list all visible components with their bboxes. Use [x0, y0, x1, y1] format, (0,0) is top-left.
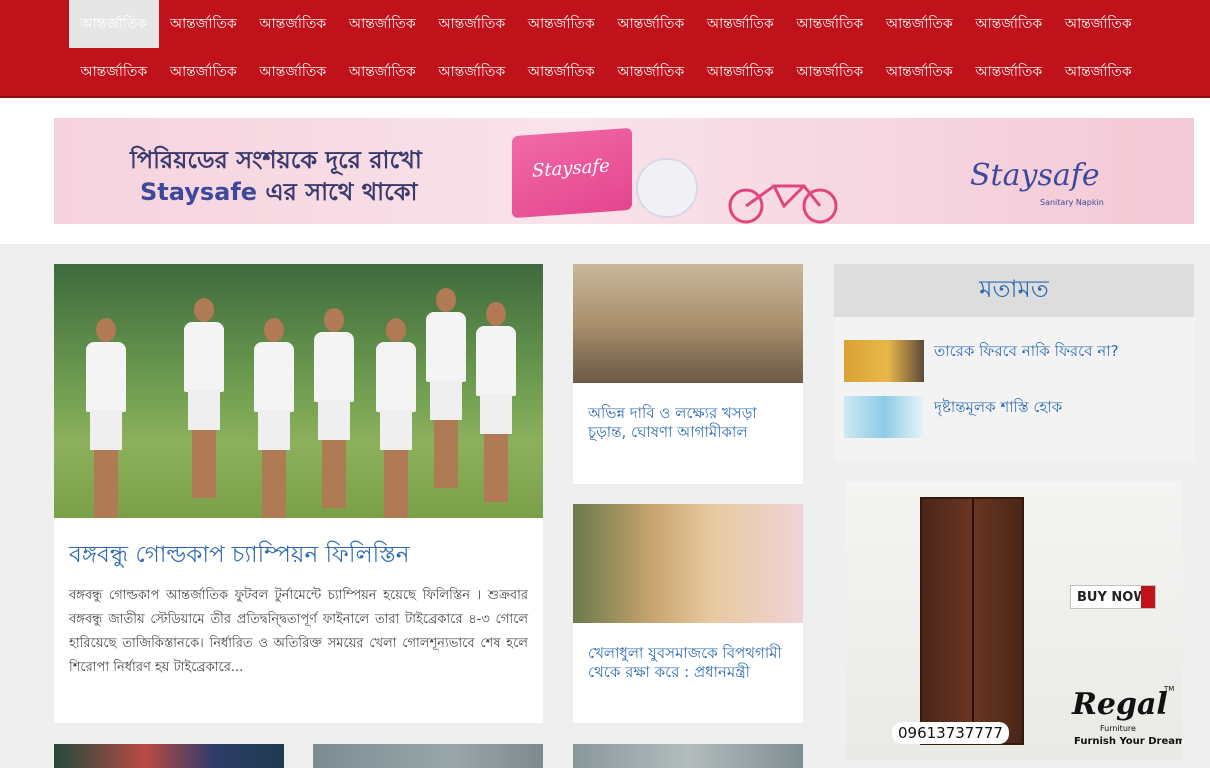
nav-item[interactable]: আন্তর্জাতিক — [964, 0, 1054, 48]
nav-item[interactable]: আন্তর্জাতিক — [248, 48, 338, 96]
nav-item[interactable]: আন্তর্জাতিক — [1054, 0, 1144, 48]
opinion-thumbnail[interactable] — [844, 396, 924, 438]
opinion-item[interactable]: দৃষ্টান্তমূলক শাস্তি হোক — [844, 396, 1184, 440]
phone-contact: 09613737777 — [862, 719, 1009, 747]
staysafe-banner-ad[interactable]: পিরিয়ডের সংশয়কে দূরে রাখো Staysafe এর … — [54, 118, 1194, 224]
opinion-heading[interactable]: মতামত — [979, 271, 1049, 311]
arrow-icon — [1141, 586, 1155, 608]
main-nav: আন্তর্জাতিক আন্তর্জাতিক আন্তর্জাতিক আন্ত… — [0, 0, 1210, 98]
news-card-image[interactable] — [573, 504, 803, 623]
lead-story-title[interactable]: বঙ্গবন্ধু গোল্ডকাপ চ্যাম্পিয়ন ফিলিস্তিন — [69, 536, 409, 575]
nav-item[interactable]: আন্তর্জাতিক — [427, 0, 517, 48]
nav-item[interactable]: আন্তর্জাতিক — [69, 0, 159, 48]
opinion-header: মতামত — [834, 264, 1194, 317]
regal-logo-sub: Furniture — [1100, 724, 1136, 733]
pack-label: Staysafe — [532, 155, 610, 182]
opinion-thumbnail[interactable] — [844, 340, 924, 382]
ad-subline-rest: এর সাথে থাকো — [257, 178, 418, 206]
opinion-title[interactable]: তারেক ফিরবে নাকি ফিরবে না? — [934, 340, 1119, 365]
bicycle-icon — [728, 184, 838, 224]
nav-item[interactable]: আন্তর্জাতিক — [785, 0, 875, 48]
staysafe-logo: Staysafe — [970, 158, 1100, 193]
news-card[interactable]: খেলাধুলা যুবসমাজকে বিপথগামী থেকে রক্ষা ক… — [573, 504, 803, 723]
news-card-image[interactable] — [573, 264, 803, 383]
nav-item[interactable]: আন্তর্জাতিক — [785, 48, 875, 96]
player-figure — [84, 318, 128, 518]
nav-item[interactable]: আন্তর্জাতিক — [964, 48, 1054, 96]
nav-item[interactable]: আন্তর্জাতিক — [696, 48, 786, 96]
staysafe-logo-sub: Sanitary Napkin — [1040, 198, 1104, 207]
nav-row-1: আন্তর্জাতিক আন্তর্জাতিক আন্তর্জাতিক আন্ত… — [69, 0, 1143, 48]
player-figure — [252, 318, 296, 518]
nav-item[interactable]: আন্তর্জাতিক — [875, 0, 965, 48]
lead-story[interactable]: বঙ্গবন্ধু গোল্ডকাপ চ্যাম্পিয়ন ফিলিস্তিন… — [54, 264, 543, 723]
news-thumbnail[interactable] — [54, 744, 284, 768]
phone-number: 09613737777 — [892, 722, 1009, 744]
news-card-title[interactable]: অভিন্ন দাবি ও লক্ষ্যের খসড়া চূড়ান্ত, ঘ… — [588, 404, 788, 442]
ad-subline: Staysafe এর সাথে থাকো — [140, 174, 417, 214]
nav-item[interactable]: আন্তর্জাতিক — [159, 0, 249, 48]
player-figure — [182, 298, 226, 518]
nav-item[interactable]: আন্তর্জাতিক — [159, 48, 249, 96]
nav-item[interactable]: আন্তর্জাতিক — [427, 48, 517, 96]
news-card-title[interactable]: খেলাধুলা যুবসমাজকে বিপথগামী থেকে রক্ষা ক… — [588, 644, 788, 682]
nav-row-2: আন্তর্জাতিক আন্তর্জাতিক আন্তর্জাতিক আন্ত… — [69, 48, 1143, 96]
nav-item[interactable]: আন্তর্জাতিক — [517, 48, 607, 96]
nav-item[interactable]: আন্তর্জাতিক — [338, 0, 428, 48]
news-thumbnail[interactable] — [313, 744, 543, 768]
opinion-section: মতামত তারেক ফিরবে নাকি ফিরবে না? দৃষ্টান… — [834, 264, 1194, 461]
nav-item[interactable]: আন্তর্জাতিক — [606, 48, 696, 96]
player-figure — [424, 288, 468, 518]
nav-item[interactable]: আন্তর্জাতিক — [248, 0, 338, 48]
nav-item[interactable]: আন্তর্জাতিক — [69, 48, 159, 96]
opinion-item[interactable]: তারেক ফিরবে নাকি ফিরবে না? — [844, 340, 1184, 384]
player-figure — [312, 308, 356, 518]
header-ad-area: পিরিয়ডের সংশয়কে দূরে রাখো Staysafe এর … — [0, 98, 1210, 244]
news-card[interactable]: অভিন্ন দাবি ও লক্ষ্যের খসড়া চূড়ান্ত, ঘ… — [573, 264, 803, 484]
regal-logo: Regal — [1072, 687, 1168, 722]
ad-brand-text: Staysafe — [140, 178, 258, 206]
regal-furniture-ad[interactable]: BUY NOW 09613737777 Regal TM Furniture F… — [846, 481, 1182, 760]
buy-now-button[interactable]: BUY NOW — [1070, 585, 1156, 609]
player-figure — [474, 302, 518, 518]
nav-item[interactable]: আন্তর্জাতিক — [696, 0, 786, 48]
regal-tagline: Furnish Your Dream — [1074, 736, 1182, 747]
player-figure — [374, 318, 418, 518]
nav-item[interactable]: আন্তর্জাতিক — [517, 0, 607, 48]
news-thumbnail[interactable] — [573, 744, 803, 768]
wardrobe-image — [920, 497, 1024, 745]
nav-item[interactable]: আন্তর্জাতিক — [1054, 48, 1144, 96]
regal-trademark: TM — [1164, 685, 1175, 693]
lead-story-image[interactable] — [54, 264, 543, 518]
nav-item[interactable]: আন্তর্জাতিক — [606, 0, 696, 48]
opinion-title[interactable]: দৃষ্টান্তমূলক শাস্তি হোক — [934, 396, 1062, 421]
lead-story-summary: বঙ্গবন্ধু গোল্ডকাপ আন্তর্জাতিক ফুটবল টুর… — [69, 588, 528, 675]
nav-item[interactable]: আন্তর্জাতিক — [338, 48, 428, 96]
buy-now-label: BUY NOW — [1077, 589, 1148, 605]
sanitary-pad-image — [636, 158, 698, 218]
nav-item[interactable]: আন্তর্জাতিক — [875, 48, 965, 96]
product-pack-image: Staysafe — [512, 127, 632, 219]
